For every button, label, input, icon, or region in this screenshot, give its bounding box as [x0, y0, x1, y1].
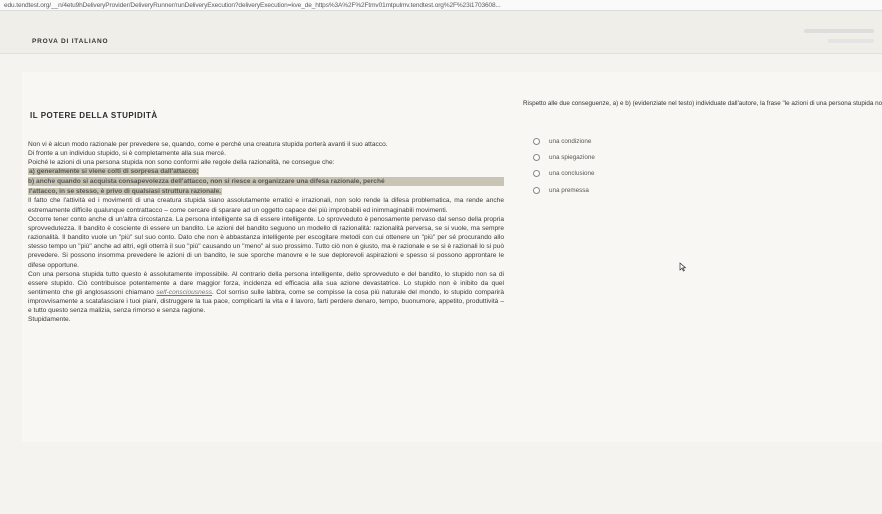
paragraph-1: Il fatto che l'attività ed i movimenti d… — [28, 197, 504, 214]
highlight-consequence-b-end: l'attacco, in se stesso, è privo di qual… — [28, 187, 223, 195]
highlight-consequence-b: b) anche quando si acquista consapevolez… — [28, 177, 504, 187]
radio-button[interactable] — [533, 187, 540, 194]
radio-button[interactable] — [533, 170, 540, 177]
radio-button[interactable] — [533, 138, 540, 145]
option-label: una condizione — [549, 138, 592, 145]
option-label: una conclusione — [549, 170, 595, 177]
header-tools[interactable] — [774, 25, 874, 53]
passage-title: IL POTERE DELLA STUPIDITÀ — [30, 111, 158, 120]
passage-text: Non vi è alcun modo razionale per preved… — [28, 140, 504, 325]
radio-button[interactable] — [533, 154, 540, 161]
passage-line: Poiché le azioni di una persona stupida … — [28, 159, 335, 167]
question-prompt: Rispetto alle due conseguenze, a) e b) (… — [523, 100, 882, 108]
highlight-consequence-a: a) generalmente si viene colti di sorpre… — [28, 168, 200, 176]
paragraph-2a: Occorre tener conto anche di un'altra ci… — [28, 215, 504, 269]
url-text: edu.tendtest.org/__n/4etu9hDeliveryProvi… — [4, 2, 501, 9]
option-conclusione[interactable]: una conclusione — [533, 170, 595, 177]
paragraph-2b: Con una persona stupida tutto questo è a… — [28, 270, 504, 316]
mouse-cursor-icon — [679, 262, 687, 272]
question-text: Rispetto alle due conseguenze, a) e b) (… — [523, 100, 882, 107]
option-spiegazione[interactable]: una spiegazione — [533, 154, 595, 161]
test-header — [0, 11, 882, 54]
option-premessa[interactable]: una premessa — [533, 187, 589, 194]
option-label: una premessa — [549, 187, 589, 194]
passage-line: Non vi è alcun modo razionale per preved… — [28, 141, 388, 148]
closing-line: Stupidamente. — [28, 316, 71, 324]
passage-line: Di fronte a un individuo stupido, si è c… — [28, 150, 226, 158]
browser-url-bar[interactable]: edu.tendtest.org/__n/4etu9hDeliveryProvi… — [0, 0, 882, 11]
test-title: PROVA DI ITALIANO — [32, 38, 109, 45]
option-condizione[interactable]: una condizione — [533, 138, 591, 145]
option-label: una spiegazione — [549, 154, 595, 161]
self-consciousness-term: self-consciousness — [156, 289, 213, 296]
